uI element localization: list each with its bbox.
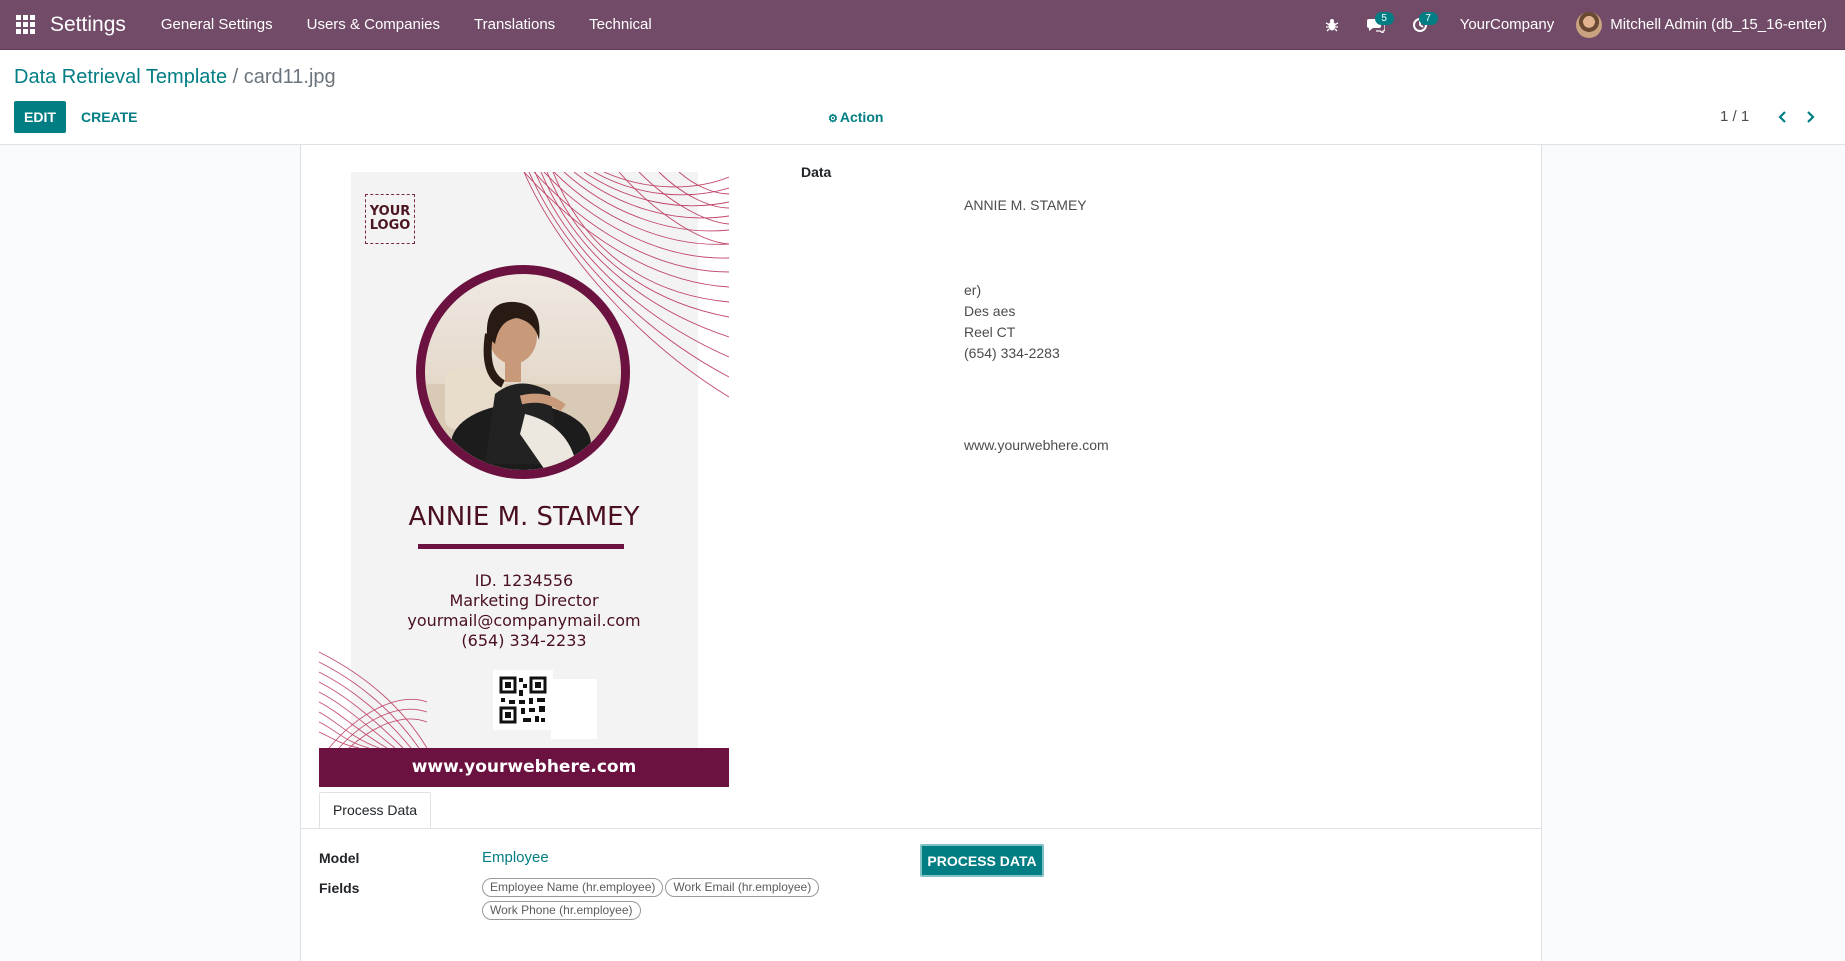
data-extracted-website: www.yourwebhere.com [964,437,1109,453]
model-label: Model [319,850,360,866]
control-panel: Data Retrieval Template / card11.jpg EDI… [0,50,1845,145]
field-tag: Employee Name (hr.employee) [482,878,664,897]
top-navbar: Settings General Settings Users & Compan… [0,0,1845,50]
pager-next-button[interactable] [1798,101,1824,133]
fields-label: Fields [319,880,360,896]
fields-tag-list: Employee Name (hr.employee) Work Email (h… [482,878,862,924]
action-menu-button[interactable]: ⚙ Action [828,101,883,133]
model-link[interactable]: Employee [482,849,549,866]
data-extracted-name: ANNIE M. STAMEY [964,197,1087,213]
activity-badge: 7 [1418,11,1438,25]
menu-general-settings[interactable]: General Settings [144,0,290,50]
company-switcher[interactable]: YourCompany [1442,16,1577,33]
messages-badge: 5 [1374,11,1394,25]
qr-code-icon [493,670,553,730]
user-name: Mitchell Admin (db_15_16-enter) [1610,16,1827,33]
avatar [1576,11,1603,38]
logo-text-line1: YOUR [369,204,411,219]
logo-text-line2: LOGO [369,218,411,233]
card-portrait-photo [425,274,621,470]
card-website-footer: www.yourwebhere.com [319,748,729,787]
pager-value[interactable]: 1 / 1 [1720,101,1749,133]
edit-button[interactable]: EDIT [14,101,66,133]
card-id-number: ID. 1234556 [474,571,574,590]
card-qr-backdrop [551,679,597,739]
id-card-image[interactable]: YOUR LOGO ANNIE M. STAMEY ID. 1234556 Ma… [319,172,729,787]
card-email: yourmail@companymail.com [407,611,641,630]
form-sheet: YOUR LOGO ANNIE M. STAMEY ID. 1234556 Ma… [300,145,1542,961]
breadcrumb: Data Retrieval Template / card11.jpg [14,66,336,89]
chat-icon[interactable]: 5 [1354,0,1398,50]
action-label: Action [839,109,884,125]
data-extracted-line2: Des aes [964,303,1016,319]
field-tag: Work Phone (hr.employee) [482,901,641,920]
bug-icon[interactable] [1310,0,1354,50]
notebook-divider [301,828,1541,829]
breadcrumb-separator: / [232,66,239,88]
app-title[interactable]: Settings [50,13,126,37]
chevron-right-icon [1807,111,1815,123]
card-divider [418,544,624,549]
data-extracted-line3: Reel CT [964,324,1016,340]
card-photo-frame [416,265,630,479]
card-job-title: Marketing Director [449,591,599,610]
clock-icon[interactable]: 7 [1398,0,1442,50]
pager-previous-button[interactable] [1769,101,1795,133]
chevron-left-icon [1778,111,1786,123]
menu-users-companies[interactable]: Users & Companies [290,0,457,50]
breadcrumb-current: card11.jpg [243,66,336,88]
card-holder-name: ANNIE M. STAMEY [408,502,640,532]
create-button[interactable]: CREATE [81,101,138,133]
card-phone: (654) 334-2233 [461,631,587,650]
data-field-label: Data [801,164,832,180]
tab-process-data[interactable]: Process Data [319,792,431,828]
gear-icon: ⚙ [828,113,838,125]
menu-translations[interactable]: Translations [457,0,572,50]
breadcrumb-parent-link[interactable]: Data Retrieval Template [14,66,227,88]
card-logo-placeholder: YOUR LOGO [365,194,415,244]
menu-technical[interactable]: Technical [572,0,669,50]
field-tag: Work Email (hr.employee) [665,878,820,897]
user-menu[interactable]: Mitchell Admin (db_15_16-enter) [1576,11,1845,38]
apps-menu-icon[interactable] [0,0,50,50]
data-extracted-phone: (654) 334-2283 [964,345,1060,361]
data-extracted-line1: er) [964,282,982,298]
process-data-button[interactable]: PROCESS DATA [920,844,1044,877]
